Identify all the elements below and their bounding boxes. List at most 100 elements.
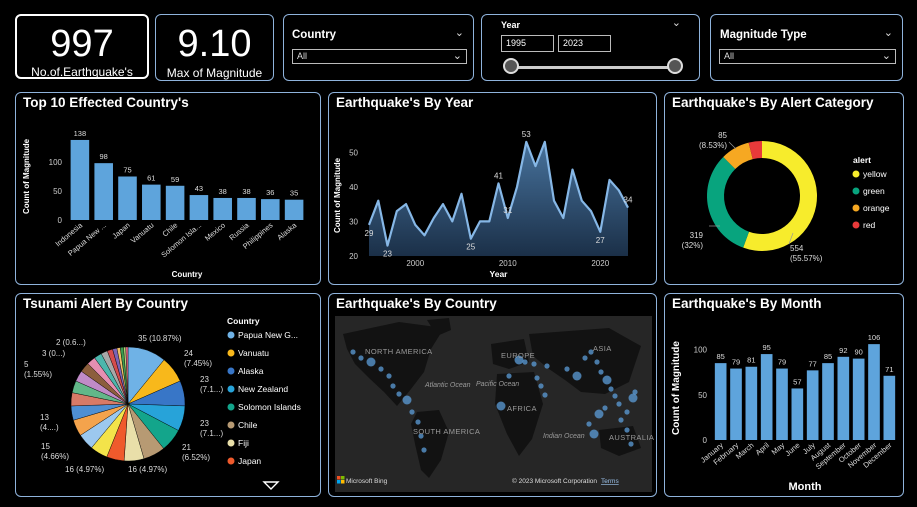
donut-slice-green[interactable] [707, 156, 749, 248]
data-label: 15 [41, 442, 50, 451]
map-bubble[interactable] [386, 373, 392, 379]
map-bubble[interactable] [358, 355, 364, 361]
bar[interactable] [745, 366, 758, 440]
legend-item[interactable]: orange [863, 203, 890, 213]
map-bubble[interactable] [350, 349, 356, 355]
map-terms-link[interactable]: Terms [601, 478, 619, 485]
map-bubble[interactable] [628, 441, 634, 447]
bar[interactable] [189, 195, 209, 220]
chevron-down-icon[interactable]: ⌄ [884, 26, 893, 39]
map-bubble[interactable] [624, 409, 630, 415]
map-bubble[interactable] [415, 419, 421, 425]
map-bubble[interactable] [598, 369, 604, 375]
legend-item[interactable]: New Zealand [238, 384, 288, 394]
data-label-pct: (7.1...) [200, 385, 223, 394]
map-bubble[interactable] [586, 421, 592, 427]
legend-item[interactable]: Vanuatu [238, 348, 269, 358]
map-bubble[interactable] [608, 386, 614, 392]
map-bubble[interactable] [589, 429, 599, 439]
logo-square [341, 480, 345, 484]
legend-item[interactable]: red [863, 220, 876, 230]
kpi-max-magnitude: 9.10 Max of Magnitude [155, 14, 274, 81]
bar[interactable] [791, 388, 804, 440]
year-slider-handle-end[interactable] [667, 58, 683, 74]
year-to-input[interactable]: 2023 [558, 35, 611, 52]
data-label-pct: (55.57%) [790, 254, 823, 263]
chevron-down-icon[interactable]: ⌄ [672, 16, 681, 29]
map-bubble[interactable] [602, 405, 608, 411]
legend-item[interactable]: Alaska [238, 366, 264, 376]
bar[interactable] [730, 368, 742, 440]
world-map[interactable]: NORTH AMERICA EUROPE ASIA AFRICA SOUTH AMERI… [329, 294, 658, 498]
map-bubble[interactable] [602, 375, 612, 385]
map-bubble[interactable] [538, 383, 544, 389]
data-label: 79 [732, 358, 740, 367]
legend-item[interactable]: Papua New G... [238, 330, 298, 340]
chevron-down-icon[interactable]: ⌄ [455, 26, 464, 39]
map-bubble[interactable] [522, 359, 528, 365]
map-bubble[interactable] [409, 409, 415, 415]
map-bubble[interactable] [496, 401, 506, 411]
legend-item[interactable]: yellow [863, 169, 887, 179]
legend-item[interactable]: green [863, 186, 885, 196]
legend-item[interactable]: Japan [238, 456, 261, 466]
map-bubble[interactable] [366, 357, 376, 367]
map-bubble[interactable] [390, 383, 396, 389]
y-tick-label: 100 [49, 158, 63, 167]
map-bubble[interactable] [421, 447, 427, 453]
legend-item[interactable]: Solomon Islands [238, 402, 301, 412]
bar[interactable] [118, 176, 137, 221]
map-bubble[interactable] [506, 373, 512, 379]
bar[interactable] [760, 354, 773, 440]
by-year-area-chart: 20 30 40 50 29 23 25 41 31 53 27 34 2000 2010 2020 Year… [333, 130, 633, 279]
x-tick-label: March [734, 441, 756, 461]
legend-item[interactable]: Fiji [238, 438, 249, 448]
map-bubble[interactable] [594, 409, 604, 419]
bar[interactable] [261, 199, 280, 220]
map-bubble[interactable] [542, 392, 548, 398]
country-dropdown[interactable]: All ⌄ [292, 49, 467, 64]
bar[interactable] [806, 370, 819, 440]
legend-item[interactable]: Chile [238, 420, 258, 430]
data-label: 43 [195, 184, 203, 193]
map-bubble[interactable] [402, 395, 412, 405]
map-bubble[interactable] [632, 389, 638, 395]
year-slider-track[interactable] [513, 66, 677, 69]
bar[interactable] [213, 197, 232, 220]
map-bubble[interactable] [624, 427, 630, 433]
map-bubble[interactable] [616, 401, 622, 407]
data-label: 319 [690, 231, 704, 240]
bar[interactable] [284, 199, 304, 220]
data-label: 34 [624, 196, 633, 205]
map-bubble[interactable] [396, 391, 402, 397]
bar[interactable] [776, 368, 788, 440]
bar[interactable] [852, 358, 865, 440]
map-bubble[interactable] [572, 371, 582, 381]
bar[interactable] [237, 197, 256, 220]
by-month-panel: Earthquake's By Month 0 50 100 85 January 79 F… [664, 293, 904, 497]
map-bubble[interactable] [612, 393, 618, 399]
map-bubble[interactable] [544, 363, 550, 369]
map-bubble[interactable] [582, 355, 588, 361]
map-bubble[interactable] [618, 417, 624, 423]
bar[interactable] [70, 139, 90, 220]
x-axis-title: Year [490, 269, 509, 279]
bar[interactable] [142, 184, 161, 220]
bar[interactable] [868, 344, 880, 440]
bar[interactable] [165, 185, 185, 220]
bar[interactable] [94, 163, 113, 220]
map-bubble[interactable] [628, 393, 638, 403]
year-from-input[interactable]: 1995 [501, 35, 554, 52]
bar[interactable] [714, 363, 727, 440]
map-bubble[interactable] [531, 361, 537, 367]
map-bubble[interactable] [564, 366, 570, 372]
bar[interactable] [822, 363, 834, 440]
magnitude-type-dropdown[interactable]: All ⌄ [719, 49, 896, 64]
scroll-down-icon[interactable] [262, 481, 280, 490]
map-bubble[interactable] [534, 375, 540, 381]
map-bubble[interactable] [594, 359, 600, 365]
year-slider-handle-start[interactable] [503, 58, 519, 74]
map-bubble[interactable] [378, 366, 384, 372]
bar[interactable] [837, 356, 850, 440]
bar[interactable] [883, 375, 896, 440]
